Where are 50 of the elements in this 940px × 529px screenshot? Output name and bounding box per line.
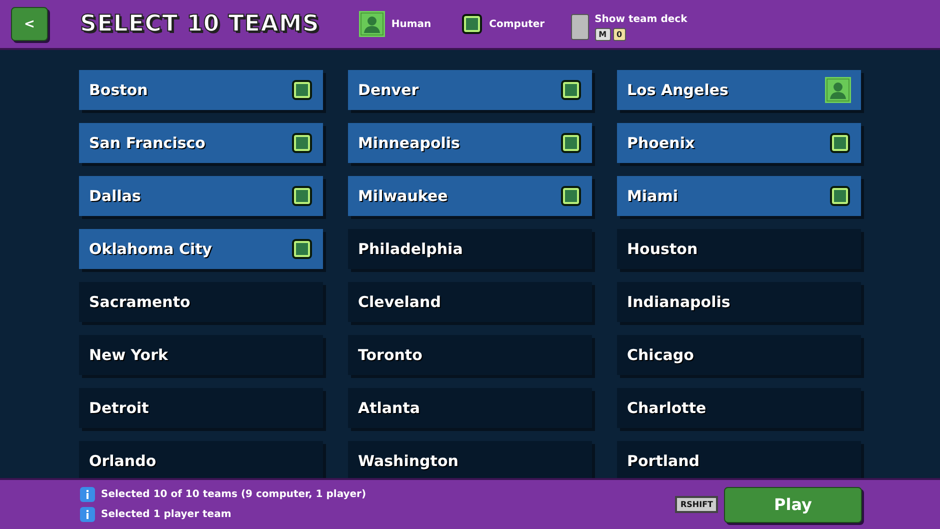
chip-icon: [829, 185, 851, 207]
info-icon: [80, 487, 95, 502]
team-item[interactable]: Indianapolis: [617, 282, 861, 322]
deck-label: Show team deck: [594, 14, 688, 24]
team-item[interactable]: Houston: [617, 229, 861, 269]
team-item[interactable]: Boston: [79, 70, 323, 110]
team-item[interactable]: Sacramento: [79, 282, 323, 322]
team-item[interactable]: Oklahoma City: [79, 229, 323, 269]
chip-icon: [461, 13, 484, 35]
team-item[interactable]: Portland: [617, 441, 861, 478]
team-item[interactable]: Atlanta: [348, 388, 592, 428]
team-item[interactable]: Orlando: [79, 441, 323, 478]
key-hint: RSHIFT: [675, 496, 718, 513]
chip-icon: [291, 238, 313, 260]
team-item[interactable]: Philadelphia: [348, 229, 592, 269]
team-item[interactable]: Los Angeles: [617, 70, 861, 110]
team-item[interactable]: Miami: [617, 176, 861, 216]
legend-label: Human: [391, 18, 432, 30]
team-item[interactable]: Dallas: [79, 176, 323, 216]
deck-checkbox[interactable]: [570, 14, 589, 40]
person-icon: [825, 77, 851, 103]
chip-icon: [291, 79, 313, 101]
key-hint: 0: [612, 28, 626, 40]
team-item[interactable]: Toronto: [348, 335, 592, 375]
chip-icon: [829, 132, 851, 154]
team-item[interactable]: Milwaukee: [348, 176, 592, 216]
status-message: Selected 1 player team: [101, 509, 232, 520]
team-item[interactable]: New York: [79, 335, 323, 375]
screen-title: SELECT 10 TEAMS: [80, 11, 320, 37]
chip-icon: [560, 132, 582, 154]
team-item[interactable]: Charlotte: [617, 388, 861, 428]
play-button[interactable]: Play: [724, 486, 862, 522]
team-item[interactable]: Denver: [348, 70, 592, 110]
chip-icon: [291, 132, 313, 154]
team-item[interactable]: Minneapolis: [348, 123, 592, 163]
person-icon: [359, 11, 386, 37]
team-item[interactable]: Cleveland: [348, 282, 592, 322]
team-item[interactable]: San Francisco: [79, 123, 323, 163]
team-item[interactable]: Detroit: [79, 388, 323, 428]
info-icon: [80, 507, 95, 522]
back-button[interactable]: <: [11, 7, 48, 41]
chip-icon: [560, 185, 582, 207]
chip-icon: [291, 185, 313, 207]
key-hint: M: [594, 28, 611, 40]
team-item[interactable]: Phoenix: [617, 123, 861, 163]
team-item[interactable]: Chicago: [617, 335, 861, 375]
team-item[interactable]: Washington: [348, 441, 592, 478]
chip-icon: [560, 79, 582, 101]
status-message: Selected 10 of 10 teams (9 computer, 1 player): [101, 489, 366, 500]
legend-label: Computer: [489, 18, 545, 30]
